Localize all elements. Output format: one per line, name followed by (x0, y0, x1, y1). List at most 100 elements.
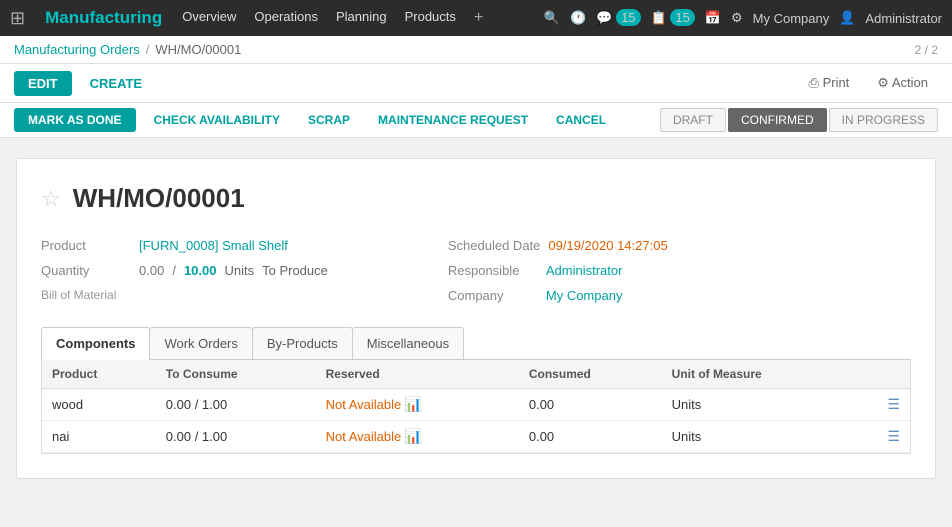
form-fields: Product [FURN_0008] Small Shelf Quantity… (41, 238, 911, 303)
settings-icon[interactable]: ⚙ (731, 10, 743, 26)
col-consumed: Consumed (519, 360, 662, 389)
status-bar: MARK AS DONE CHECK AVAILABILITY SCRAP MA… (0, 103, 952, 138)
responsible-label: Responsible (448, 263, 538, 278)
quantity-separator: / (172, 263, 176, 278)
product-label: Product (41, 238, 131, 253)
bom-row: Bill of Material (41, 288, 328, 302)
edit-button[interactable]: EDIT (14, 71, 72, 96)
row1-unit: Units (662, 389, 854, 421)
nav-planning[interactable]: Planning (336, 9, 387, 27)
company-label[interactable]: My Company (753, 11, 830, 26)
quantity-row: Quantity 0.00 / 10.00 Units To Produce (41, 263, 328, 278)
maintenance-request-button[interactable]: MAINTENANCE REQUEST (368, 108, 538, 132)
tabs: Components Work Orders By-Products Misce… (41, 327, 911, 360)
bom-label: Bill of Material (41, 288, 116, 302)
row1-reserved-status: Not Available (326, 397, 402, 412)
top-nav: ⊞ Manufacturing Overview Operations Plan… (0, 0, 952, 36)
search-icon[interactable]: 🔍 (544, 10, 560, 26)
quantity-target[interactable]: 10.00 (184, 263, 217, 278)
nav-items: Overview Operations Planning Products + (182, 9, 524, 27)
form-col-left: Product [FURN_0008] Small Shelf Quantity… (41, 238, 328, 303)
product-row: Product [FURN_0008] Small Shelf (41, 238, 328, 253)
company-label-field: Company (448, 288, 538, 303)
company-row: Company My Company (448, 288, 668, 303)
tab-components[interactable]: Components (41, 327, 150, 360)
activity-icon[interactable]: 📋 15 (651, 10, 695, 26)
clock-icon[interactable]: 🕐 (570, 10, 586, 26)
app-grid-icon[interactable]: ⊞ (10, 8, 25, 29)
scheduled-date-value: 09/19/2020 14:27:05 (548, 238, 667, 253)
row2-to-consume: 0.00 / 1.00 (156, 421, 316, 453)
responsible-value[interactable]: Administrator (546, 263, 623, 278)
tab-work-orders[interactable]: Work Orders (149, 327, 252, 359)
table-row: wood 0.00 / 1.00 Not Available 📊 0.00 Un… (42, 389, 910, 421)
components-table: Product To Consume Reserved Consumed Uni… (41, 360, 911, 454)
brand-name: Manufacturing (45, 8, 162, 28)
nav-operations[interactable]: Operations (254, 9, 318, 27)
row1-reserved: Not Available 📊 (316, 389, 519, 421)
mark-as-done-button[interactable]: MARK AS DONE (14, 108, 136, 132)
row2-chart-icon[interactable]: 📊 (405, 428, 422, 444)
secondary-bar: Manufacturing Orders / WH/MO/00001 2 / 2 (0, 36, 952, 64)
product-value[interactable]: [FURN_0008] Small Shelf (139, 238, 288, 253)
stage-draft[interactable]: DRAFT (660, 108, 726, 132)
form-title: WH/MO/00001 (73, 183, 245, 214)
breadcrumb-separator: / (146, 42, 150, 57)
row2-detail[interactable]: ☰ (853, 421, 910, 453)
action-button[interactable]: Action (867, 70, 938, 96)
col-reserved: Reserved (316, 360, 519, 389)
table-row: nai 0.00 / 1.00 Not Available 📊 0.00 Uni… (42, 421, 910, 453)
nav-overview[interactable]: Overview (182, 9, 236, 27)
scrap-button[interactable]: SCRAP (298, 108, 360, 132)
row1-detail[interactable]: ☰ (853, 389, 910, 421)
favorite-star-icon[interactable]: ☆ (41, 186, 61, 212)
cancel-button[interactable]: CANCEL (546, 108, 616, 132)
stage-confirmed[interactable]: CONFIRMED (728, 108, 827, 132)
calendar-icon[interactable]: 📅 (705, 10, 721, 26)
row2-reserved: Not Available 📊 (316, 421, 519, 453)
nav-products[interactable]: Products (405, 9, 456, 27)
col-actions (853, 360, 910, 389)
quantity-label: Quantity (41, 263, 131, 278)
row1-consumed: 0.00 (519, 389, 662, 421)
quantity-produced[interactable]: 0.00 (139, 263, 164, 278)
tab-by-products[interactable]: By-Products (252, 327, 353, 359)
row1-to-consume: 0.00 / 1.00 (156, 389, 316, 421)
form-header: ☆ WH/MO/00001 (41, 183, 911, 214)
tab-miscellaneous[interactable]: Miscellaneous (352, 327, 464, 359)
row2-unit: Units (662, 421, 854, 453)
quantity-unit: Units (224, 263, 254, 278)
scheduled-date-label: Scheduled Date (448, 238, 541, 253)
form-col-right: Scheduled Date 09/19/2020 14:27:05 Respo… (448, 238, 668, 303)
company-value[interactable]: My Company (546, 288, 623, 303)
row2-reserved-status: Not Available (326, 429, 402, 444)
table-header-row: Product To Consume Reserved Consumed Uni… (42, 360, 910, 389)
row2-detail-icon[interactable]: ☰ (887, 428, 900, 445)
stage-in-progress[interactable]: IN PROGRESS (829, 108, 938, 132)
right-icons: 🔍 🕐 💬 15 📋 15 📅 ⚙ My Company 👤 Administr… (544, 10, 942, 26)
row2-consumed: 0.00 (519, 421, 662, 453)
create-button[interactable]: CREATE (80, 71, 152, 96)
user-avatar[interactable]: 👤 (839, 10, 855, 26)
user-label: Administrator (865, 11, 942, 26)
breadcrumb-current: WH/MO/00001 (155, 42, 241, 57)
form-card: ☆ WH/MO/00001 Product [FURN_0008] Small … (16, 158, 936, 479)
breadcrumb-parent[interactable]: Manufacturing Orders (14, 42, 140, 57)
action-bar: EDIT CREATE Print Action (0, 64, 952, 103)
chat-icon[interactable]: 💬 15 (596, 10, 640, 26)
nav-add-icon[interactable]: + (474, 9, 483, 27)
col-unit-of-measure: Unit of Measure (662, 360, 854, 389)
scheduled-date-row: Scheduled Date 09/19/2020 14:27:05 (448, 238, 668, 253)
page-count: 2 / 2 (915, 43, 938, 57)
responsible-row: Responsible Administrator (448, 263, 668, 278)
row1-detail-icon[interactable]: ☰ (887, 396, 900, 413)
status-stages: DRAFT CONFIRMED IN PROGRESS (660, 108, 938, 132)
row2-product: nai (42, 421, 156, 453)
main-content: ☆ WH/MO/00001 Product [FURN_0008] Small … (0, 138, 952, 499)
print-button[interactable]: Print (799, 70, 860, 96)
quantity-unit-label: To Produce (262, 263, 328, 278)
col-product: Product (42, 360, 156, 389)
check-availability-button[interactable]: CHECK AVAILABILITY (144, 108, 290, 132)
col-to-consume: To Consume (156, 360, 316, 389)
row1-chart-icon[interactable]: 📊 (405, 396, 422, 412)
